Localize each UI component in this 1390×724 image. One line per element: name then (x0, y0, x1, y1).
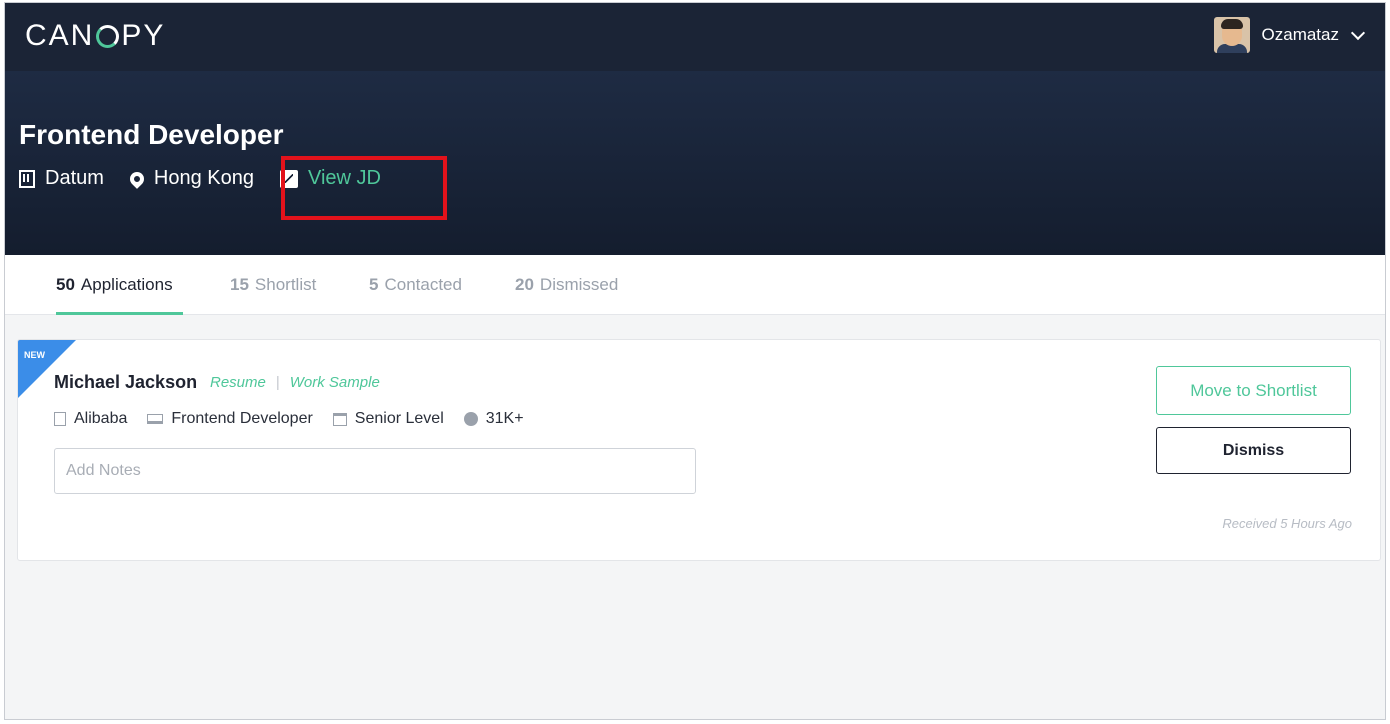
received-timestamp: Received 5 Hours Ago (1222, 516, 1352, 531)
candidate-salary-label: 31K+ (485, 410, 524, 427)
candidate-role: Frontend Developer (147, 410, 313, 428)
tab-shortlist[interactable]: 15 Shortlist (230, 275, 316, 295)
candidate-company-label: Alibaba (74, 410, 128, 427)
user-name[interactable]: Ozamataz (1262, 25, 1339, 45)
job-location-label: Hong Kong (153, 167, 254, 189)
tab-count: 15 (230, 275, 249, 294)
candidate-company: Alibaba (54, 410, 127, 428)
work-sample-link[interactable]: Work Sample (290, 374, 380, 391)
chevron-down-icon[interactable] (1350, 25, 1366, 40)
job-company: Datum (19, 167, 104, 190)
candidate-level: Senior Level (332, 410, 444, 428)
tab-contacted[interactable]: 5 Contacted (369, 275, 462, 295)
link-separator: | (275, 374, 280, 391)
job-location: Hong Kong (127, 167, 254, 190)
job-company-label: Datum (45, 167, 104, 189)
active-tab-indicator (56, 312, 183, 315)
tab-label: Shortlist (254, 275, 317, 294)
tab-label: Dismissed (539, 275, 619, 294)
laptop-icon (147, 414, 164, 424)
candidate-links: Resume | Work Sample (210, 374, 380, 391)
location-pin-icon (127, 168, 147, 189)
calendar-icon (332, 412, 347, 426)
tab-count: 5 (369, 275, 379, 294)
building-icon (54, 412, 66, 426)
salary-icon (463, 412, 478, 426)
tab-label: Applications (80, 275, 173, 294)
application-tabs: 50 Applications 15 Shortlist 5 Contacted 20… (5, 255, 1385, 315)
logo-text-prefix: CAN (25, 19, 95, 52)
tab-dismissed[interactable]: 20 Dismissed (515, 275, 618, 295)
logo-ring-icon (96, 24, 120, 48)
notes-input[interactable] (54, 448, 696, 494)
logo-text-suffix: PY (121, 19, 166, 52)
tab-count: 50 (56, 275, 75, 294)
app-window: CAN PY Ozamataz Frontend Developer Datum… (4, 2, 1386, 720)
canopy-logo[interactable]: CAN PY (25, 19, 165, 53)
new-badge: NEW (24, 350, 45, 360)
building-icon (19, 169, 35, 188)
candidate-name: Michael Jackson (54, 372, 198, 392)
tab-count: 20 (515, 275, 534, 294)
candidate-salary: 31K+ (463, 410, 524, 428)
dismiss-button[interactable]: Dismiss (1156, 427, 1351, 474)
highlight-annotation (281, 156, 447, 220)
user-menu[interactable]: Ozamataz (1213, 17, 1366, 53)
candidate-card: NEW Michael Jackson Resume | Work Sample… (17, 339, 1381, 561)
candidate-level-label: Senior Level (354, 410, 444, 427)
move-to-shortlist-button[interactable]: Move to Shortlist (1156, 366, 1351, 415)
candidate-role-label: Frontend Developer (171, 410, 313, 427)
avatar[interactable] (1213, 17, 1250, 53)
page-title: Frontend Developer (19, 119, 284, 150)
resume-link[interactable]: Resume (210, 374, 266, 391)
job-header: Frontend Developer Datum Hong Kong View … (5, 71, 1385, 255)
candidate-details: Alibaba Frontend Developer Senior Level … (54, 410, 524, 428)
tab-applications[interactable]: 50 Applications (56, 275, 173, 295)
tab-label: Contacted (384, 275, 462, 294)
top-navbar: CAN PY Ozamataz (5, 3, 1385, 71)
